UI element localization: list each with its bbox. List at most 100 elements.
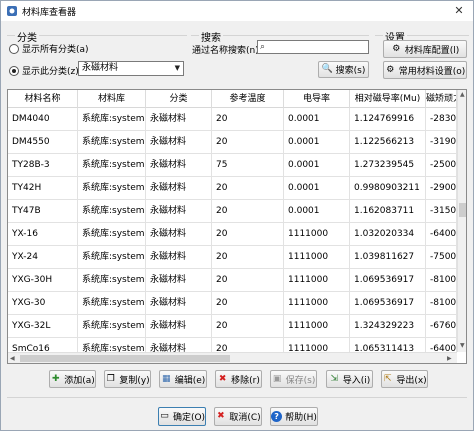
import-button-label: 导入(i) [342,375,371,386]
copy-icon: ❐ [106,373,115,384]
table-cell: 0.0001 [284,154,350,176]
column-header[interactable]: 相对磁导率(Mu) [350,90,426,108]
copy-button-label: 复制(y) [119,375,150,386]
table-cell: 1111000 [284,292,350,314]
help-button[interactable]: ? 帮助(H) [270,407,318,426]
scroll-left-icon[interactable]: ◀ [10,355,15,362]
export-icon: ⇱ [384,373,392,384]
table-header: 材料名称材料库分类参考温度电导率相对磁导率(Mu)磁矫顽力 [8,90,457,108]
search-by-name-label: 通过名称搜索(n) [192,46,259,56]
search-button[interactable]: 🔍 搜索(s) [318,61,369,78]
table-cell: 系统库:system [78,223,146,245]
column-header[interactable]: 分类 [146,90,212,108]
table-cell: -640000 [426,223,457,245]
table-cell: 20 [212,315,284,337]
material-library-viewer-window: 材料库查看器 ✕ 分类 显示所有分类(a) 显示此分类(z) 永磁材料 ▼ 搜索… [0,0,474,431]
ok-button[interactable]: ▭ 确定(O) [158,407,206,426]
table-row[interactable]: TY28B-3 系统库:system 永磁材料 75 0.0001 1.273239545… [8,154,457,177]
table-row[interactable]: YXG-30 系统库:system 永磁材料 20 1111000 1.069536917… [8,292,457,315]
column-header[interactable]: 材料库 [78,90,146,108]
table-cell: 1111000 [284,246,350,268]
edit-button[interactable]: ▦ 编辑(e) [159,370,207,388]
save-icon: ▣ [272,373,282,384]
column-header[interactable]: 磁矫顽力 [426,90,457,108]
column-header[interactable]: 材料名称 [8,90,78,108]
table-cell: -750000 [426,246,457,268]
table-cell: 永磁材料 [146,177,212,199]
table-cell: 1.122566213 [350,131,426,153]
table-cell: DM4040 [8,108,78,130]
window-title: 材料库查看器 [22,7,77,18]
table-row[interactable]: YXG-30H 系统库:system 永磁材料 20 1111000 1.06953691… [8,269,457,292]
table-cell: 1.069536917 [350,269,426,291]
search-input[interactable]: ⌕ [257,40,369,54]
search-icon: ⌕ [260,42,266,52]
show-all-categories-radio[interactable]: 显示所有分类(a) [9,42,89,55]
table-cell: 0.0001 [284,131,350,153]
add-button[interactable]: ✚ 添加(a) [49,370,96,388]
table-cell: 1111000 [284,315,350,337]
table-cell: 1.069536917 [350,292,426,314]
table-cell: 20 [212,292,284,314]
column-header[interactable]: 电导率 [284,90,350,108]
category-select[interactable]: 永磁材料 ▼ [78,61,184,76]
copy-button[interactable]: ❐ 复制(y) [104,370,151,388]
export-button[interactable]: ⇱ 导出(x) [381,370,428,388]
cancel-button[interactable]: ✖ 取消(C) [214,407,262,426]
table-cell: 永磁材料 [146,223,212,245]
table-cell: 永磁材料 [146,154,212,176]
table-cell: 1.124769916 [350,108,426,130]
table-row[interactable]: TY47B 系统库:system 永磁材料 20 0.0001 1.162083711 -3… [8,200,457,223]
table-row[interactable]: YX-24 系统库:system 永磁材料 20 1111000 1.039811627-… [8,246,457,269]
plus-icon: ✚ [51,373,60,384]
gear-icon: ⚙ [392,43,401,54]
cancel-icon: ✖ [217,411,225,421]
table-cell: 永磁材料 [146,108,212,130]
table-row[interactable]: DM4040 系统库:system 永磁材料 20 0.0001 1.124769916-… [8,108,457,131]
table-cell: 系统库:system [78,269,146,291]
vertical-scroll-thumb[interactable] [459,202,466,217]
add-button-label: 添加(a) [64,375,95,386]
table-cell: 系统库:system [78,315,146,337]
table-cell: 0.9980903211 [350,177,426,199]
import-button[interactable]: ⇲ 导入(i) [326,370,373,388]
table-cell: -283000 [426,108,457,130]
column-header[interactable]: 参考温度 [212,90,284,108]
library-config-button[interactable]: ⚙ 材料库配置(l) [383,40,467,58]
scroll-up-icon[interactable]: ▲ [460,91,465,98]
table-cell: -315000 [426,200,457,222]
material-table[interactable]: 材料名称材料库分类参考温度电导率相对磁导率(Mu)磁矫顽力 DM4040系统库:… [7,89,467,364]
table-cell: 系统库:system [78,177,146,199]
table-row[interactable]: TY42H 系统库:system 永磁材料 20 0.0001 0.9980903211-… [8,177,457,200]
common-material-settings-button[interactable]: ⚙ 常用材料设置(o) [383,61,467,79]
table-cell: 永磁材料 [146,200,212,222]
table-cell: TY47B [8,200,78,222]
chevron-down-icon: ▼ [174,64,180,72]
scroll-right-icon[interactable]: ▶ [447,355,452,362]
table-cell: 1111000 [284,269,350,291]
table-cell: 20 [212,200,284,222]
save-button[interactable]: ▣ 保存(s) [270,370,317,388]
category-select-value: 永磁材料 [82,63,119,73]
save-button-label: 保存(s) [285,375,316,386]
table-row[interactable]: YXG-32L 系统库:system 永磁材料 20 1111000 1.32432922… [8,315,457,338]
horizontal-scroll-thumb[interactable] [20,355,230,362]
table-cell: 20 [212,223,284,245]
table-cell: -810000 [426,292,457,314]
scroll-down-icon[interactable]: ▼ [460,342,465,349]
horizontal-scrollbar[interactable]: ◀ ▶ [8,352,457,363]
cancel-button-label: 取消(C) [229,413,261,423]
table-cell: 系统库:system [78,108,146,130]
table-cell: 20 [212,131,284,153]
show-this-category-radio[interactable]: 显示此分类(z) [9,64,79,77]
remove-button[interactable]: ✖ 移除(r) [215,370,262,388]
close-icon[interactable]: ✕ [445,1,473,21]
search-icon: 🔍 [321,64,333,74]
vertical-scrollbar[interactable]: ▲ ▼ [457,90,466,352]
table-cell: 1.039811627 [350,246,426,268]
table-row[interactable]: DM4550 系统库:system 永磁材料 20 0.0001 1.122566213-… [8,131,457,154]
table-row[interactable]: YX-16 系统库:system 永磁材料 20 1111000 1.032020334-… [8,223,457,246]
search-button-label: 搜索(s) [335,66,366,76]
ok-button-label: 确定(O) [172,413,206,423]
table-cell: 系统库:system [78,292,146,314]
